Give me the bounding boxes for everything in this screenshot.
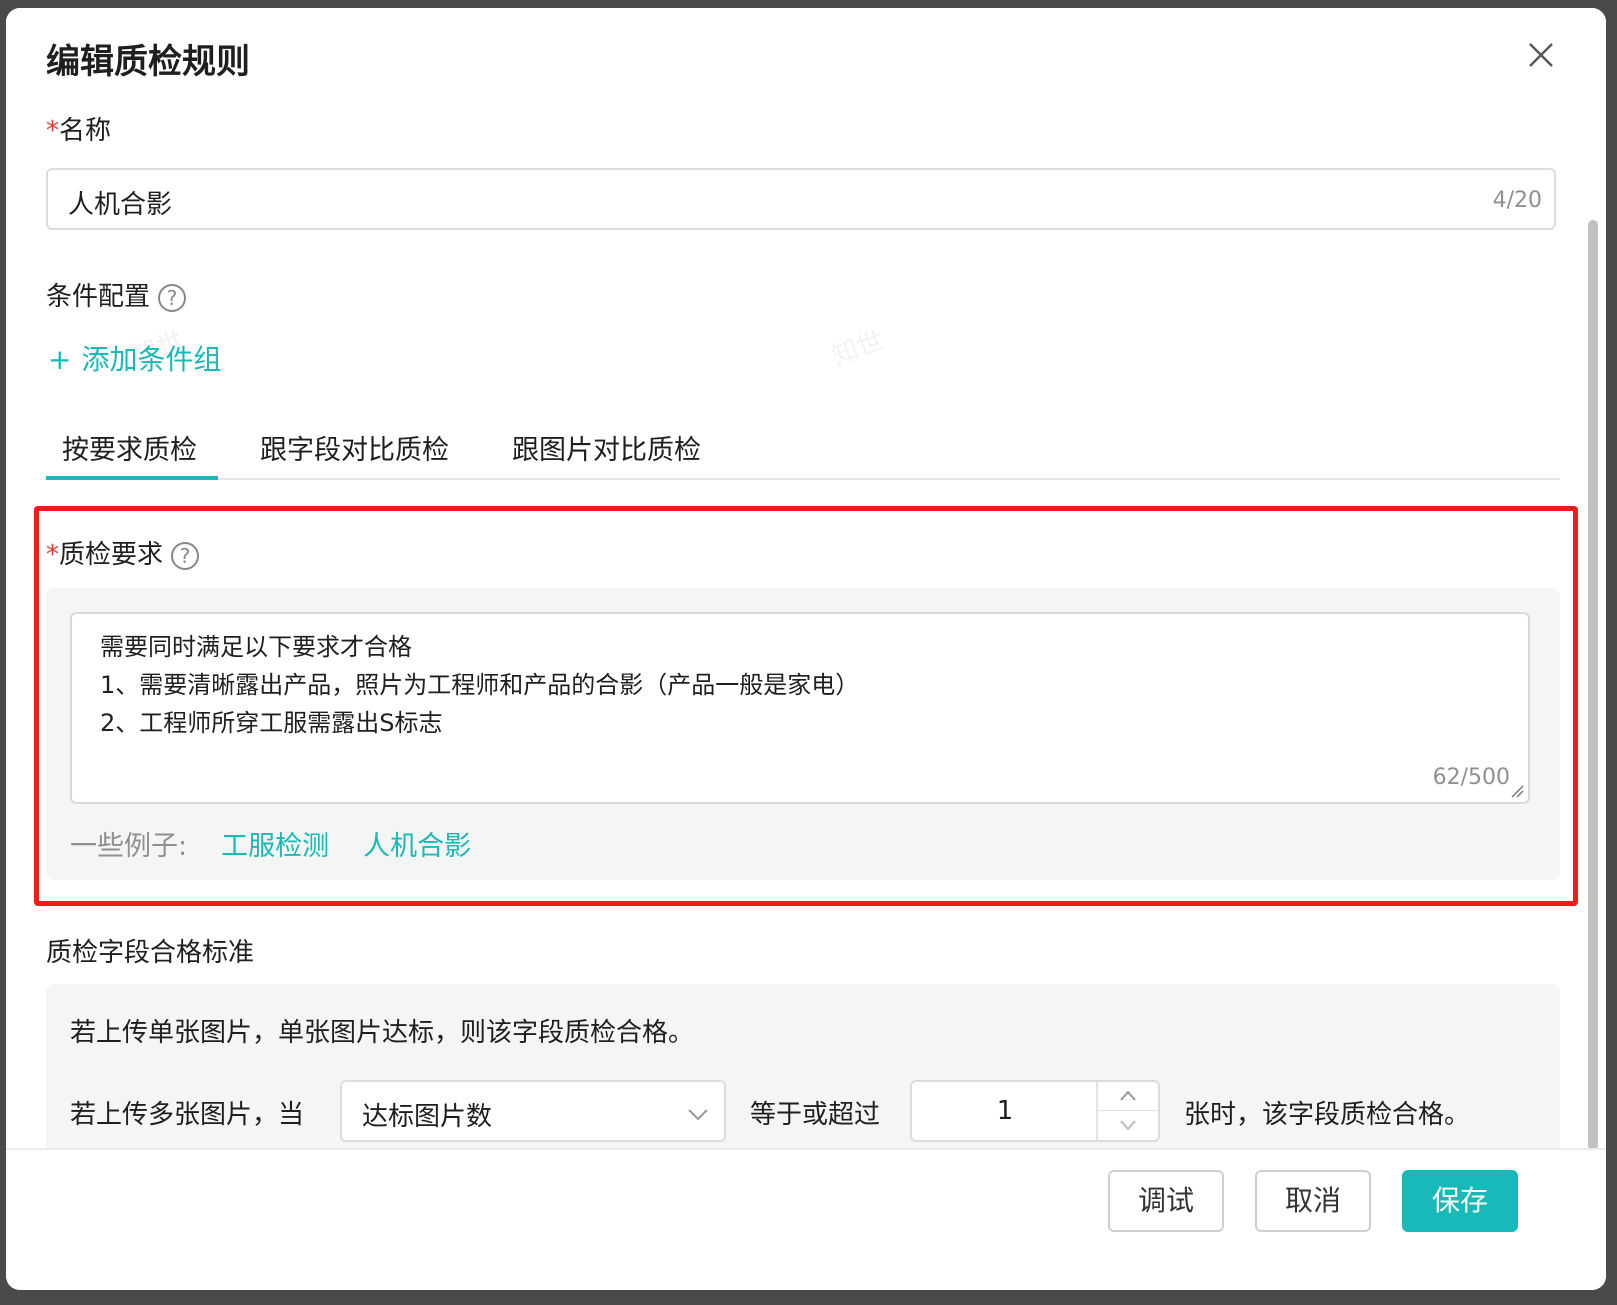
cancel-button[interactable]: 取消 <box>1255 1170 1371 1232</box>
scrollbar[interactable] <box>1588 220 1598 1150</box>
example-link-person-machine-photo[interactable]: 人机合影 <box>363 831 471 862</box>
requirement-text: 需要同时满足以下要求才合格 1、需要清晰露出产品，照片为工程师和产品的合影（产品… <box>100 628 859 742</box>
example-link-uniform-check[interactable]: 工服检测 <box>221 831 329 862</box>
name-char-count: 4/20 <box>1492 188 1542 213</box>
chevron-up-icon <box>1120 1090 1136 1101</box>
standard-label: 质检字段合格标准 <box>46 938 255 968</box>
tab-field-compare[interactable]: 跟字段对比质检 <box>260 428 449 467</box>
required-mark: * <box>46 116 59 146</box>
name-label: *名称 <box>46 110 111 147</box>
close-icon <box>1529 43 1553 67</box>
stepper-increment[interactable] <box>1098 1082 1158 1111</box>
required-mark: * <box>46 540 59 570</box>
requirement-label-text: 质检要求 <box>59 540 164 570</box>
standard-multi-image-row: 若上传多张图片，当 达标图片数 等于或超过 1 张时，该字段质检合格。 <box>70 1080 1550 1144</box>
standard-multi-middle: 等于或超过 <box>750 1100 881 1130</box>
active-tab-indicator <box>46 476 218 480</box>
stepper-value: 1 <box>996 1096 1014 1126</box>
qualified-count-select[interactable]: 达标图片数 <box>340 1080 726 1142</box>
requirement-line: 需要同时满足以下要求才合格 <box>100 633 412 661</box>
chevron-down-icon <box>688 1109 708 1121</box>
requirement-panel: 需要同时满足以下要求才合格 1、需要清晰露出产品，照片为工程师和产品的合影（产品… <box>46 588 1560 880</box>
examples-label: 一些例子: <box>70 831 188 862</box>
dialog-header: 编辑质检规则 <box>6 8 1606 98</box>
stepper-decrement[interactable] <box>1098 1111 1158 1140</box>
standard-multi-prefix: 若上传多张图片，当 <box>70 1100 305 1130</box>
standard-multi-suffix: 张时，该字段质检合格。 <box>1184 1100 1471 1130</box>
name-label-text: 名称 <box>59 116 112 146</box>
dialog-title: 编辑质检规则 <box>46 42 250 82</box>
requirement-label: *质检要求? <box>46 534 200 571</box>
select-value: 达标图片数 <box>362 1102 493 1132</box>
resize-handle-icon[interactable] <box>1510 784 1524 798</box>
stepper-arrows <box>1096 1082 1158 1140</box>
condition-label: 条件配置? <box>46 276 187 313</box>
plus-icon: + <box>48 343 72 376</box>
debug-button[interactable]: 调试 <box>1108 1170 1224 1232</box>
requirement-line: 1、需要清晰露出产品，照片为工程师和产品的合影（产品一般是家电） <box>100 671 860 699</box>
add-condition-group-label: 添加条件组 <box>81 343 222 376</box>
tab-by-requirement[interactable]: 按要求质检 <box>62 428 197 467</box>
watermark: 知世 <box>828 325 888 372</box>
standard-single-image-text: 若上传单张图片，单张图片达标，则该字段质检合格。 <box>70 1018 695 1048</box>
examples-row: 一些例子: 工服检测 人机合影 <box>70 824 471 863</box>
dialog-footer: 调试 取消 保存 <box>6 1148 1606 1290</box>
image-count-stepper[interactable]: 1 <box>910 1080 1160 1142</box>
dialog-body: 知世 知世 知世 知世 知世 知世 *名称 人机合影 4/20 条件配置? +添… <box>6 98 1600 1188</box>
add-condition-group-button[interactable]: + 添加条件组 <box>48 338 221 378</box>
requirement-line: 2、工程师所穿工服需露出S标志 <box>100 709 443 737</box>
close-button[interactable] <box>1524 38 1558 72</box>
requirement-char-count: 62/500 <box>1432 765 1510 790</box>
help-icon[interactable]: ? <box>171 541 200 570</box>
help-icon[interactable]: ? <box>158 283 187 312</box>
name-input-value: 人机合影 <box>68 190 173 220</box>
name-input[interactable]: 人机合影 4/20 <box>46 168 1556 230</box>
save-button[interactable]: 保存 <box>1402 1170 1518 1232</box>
chevron-down-icon <box>1120 1120 1136 1131</box>
condition-label-text: 条件配置 <box>46 282 151 312</box>
tab-image-compare[interactable]: 跟图片对比质检 <box>512 428 701 467</box>
tab-bar: 按要求质检 跟字段对比质检 跟图片对比质检 <box>46 418 1560 480</box>
requirement-textarea[interactable]: 需要同时满足以下要求才合格 1、需要清晰露出产品，照片为工程师和产品的合影（产品… <box>70 612 1530 804</box>
edit-rule-dialog: 编辑质检规则 知世 知世 知世 知世 知世 知世 *名称 人机合影 4/20 条… <box>6 8 1606 1290</box>
